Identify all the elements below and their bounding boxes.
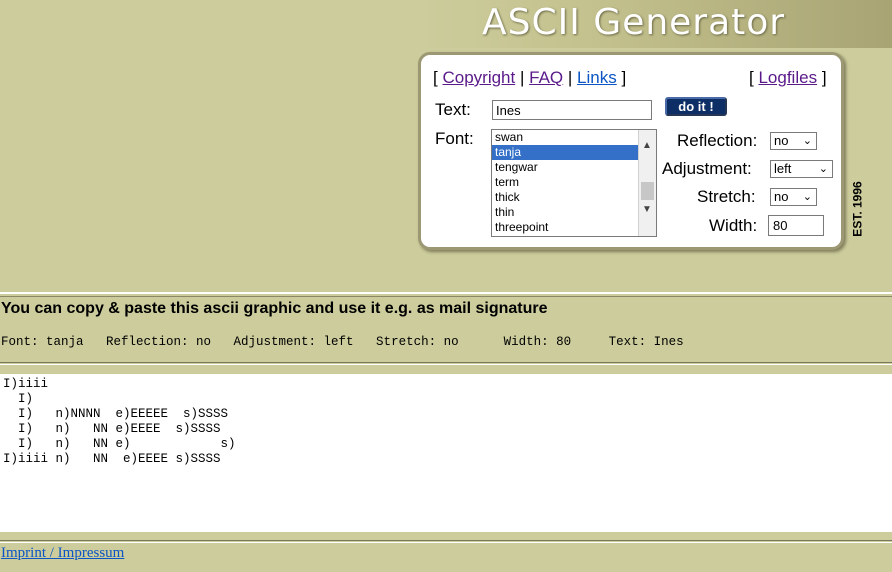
links-link[interactable]: Links (577, 68, 617, 87)
scrollbar-thumb[interactable] (641, 182, 654, 200)
parameters-summary: Font: tanja Reflection: no Adjustment: l… (1, 335, 684, 349)
scroll-up-icon[interactable]: ▲ (642, 140, 652, 151)
est-text: EST. 1996 (851, 181, 865, 237)
reflection-select[interactable]: no ⌄ (770, 132, 817, 150)
adjustment-value: left (774, 161, 792, 176)
font-option[interactable]: thick (492, 190, 639, 205)
faq-link[interactable]: FAQ (529, 68, 563, 87)
generator-form-panel: [ Copyright | FAQ | Links ] [ Logfiles ]… (418, 52, 844, 250)
adjustment-label: Adjustment: (662, 159, 752, 178)
stretch-select[interactable]: no ⌄ (770, 188, 817, 206)
logfiles-links: [ Logfiles ] (749, 68, 827, 88)
divider (0, 296, 892, 297)
copy-hint: You can copy & paste this ascii graphic … (1, 300, 548, 317)
chevron-down-icon: ⌄ (802, 135, 812, 147)
stretch-label: Stretch: (697, 187, 756, 206)
chevron-down-icon: ⌄ (802, 191, 812, 203)
font-option[interactable]: swan (492, 130, 639, 145)
nav-links: [ Copyright | FAQ | Links ] (433, 68, 626, 88)
imprint-link[interactable]: Imprint / Impressum (1, 545, 124, 562)
font-list-scrollbar[interactable]: ▲ ▼ (638, 130, 656, 236)
font-option[interactable]: thin (492, 205, 639, 220)
chevron-down-icon: ⌄ (818, 163, 828, 175)
separator: | (519, 68, 525, 87)
bracket-left: [ (433, 68, 438, 87)
bracket-right: ] (821, 68, 827, 87)
width-input[interactable]: 80 (768, 215, 824, 236)
separator: | (567, 68, 573, 87)
est-label: EST. 1996 (843, 176, 873, 242)
font-option-selected[interactable]: tanja (492, 145, 639, 160)
text-label: Text: (435, 100, 471, 119)
divider (0, 364, 892, 365)
font-option[interactable]: threepoint (492, 220, 639, 235)
font-option[interactable]: tengwar (492, 160, 639, 175)
stretch-value: no (774, 189, 789, 204)
reflection-label: Reflection: (677, 131, 758, 150)
divider (0, 542, 892, 543)
font-option[interactable]: term (492, 175, 639, 190)
copyright-link[interactable]: Copyright (442, 68, 515, 87)
logfiles-link[interactable]: Logfiles (758, 68, 817, 87)
site-title: ASCII Generator (482, 2, 786, 43)
bracket-right: ] (621, 68, 627, 87)
font-label: Font: (435, 129, 474, 148)
divider (0, 292, 892, 294)
scroll-down-icon[interactable]: ▼ (642, 204, 652, 215)
divider (0, 540, 892, 541)
reflection-value: no (774, 133, 789, 148)
text-input[interactable] (492, 100, 652, 120)
width-label: Width: (709, 216, 758, 235)
ascii-output[interactable]: I)iiii I) I) n)NNNN e)EEEEE s)SSSS I) n)… (0, 374, 892, 532)
bracket-left: [ (749, 68, 754, 87)
adjustment-select[interactable]: left ⌄ (770, 160, 833, 178)
font-listbox[interactable]: swan tanja tengwar term thick thin three… (491, 129, 657, 237)
divider (0, 362, 892, 363)
do-it-button[interactable]: do it ! (665, 97, 727, 116)
